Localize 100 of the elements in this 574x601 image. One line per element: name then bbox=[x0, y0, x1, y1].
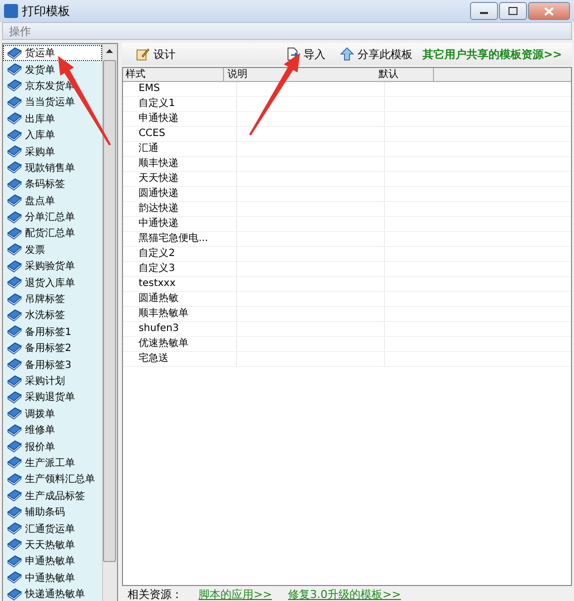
minimize-button[interactable] bbox=[470, 2, 498, 20]
book-icon bbox=[7, 260, 22, 273]
section-header: 操作 bbox=[2, 22, 572, 40]
sidebar-item[interactable]: 盘点单 bbox=[3, 192, 102, 209]
window-title: 打印模板 bbox=[22, 2, 71, 20]
book-icon bbox=[7, 538, 22, 552]
sidebar-item[interactable]: 水洗标签 bbox=[3, 307, 102, 324]
shared-templates-link[interactable]: 其它用户共享的模板资源>> bbox=[422, 46, 562, 62]
footer-link[interactable]: 脚本的应用>> bbox=[198, 586, 272, 601]
book-icon bbox=[7, 226, 22, 240]
book-icon bbox=[7, 489, 22, 502]
table-cell[interactable]: 自定义1 bbox=[122, 97, 236, 111]
table-cell[interactable]: 中通快递 bbox=[122, 217, 236, 231]
book-icon bbox=[7, 571, 22, 584]
sidebar-item[interactable]: 报价单 bbox=[3, 438, 102, 455]
toolbar-button[interactable]: 分享此模板 bbox=[336, 46, 417, 62]
sidebar-item[interactable]: 汇通货运单 bbox=[3, 520, 102, 537]
sidebar-item[interactable]: 辅助条码 bbox=[3, 504, 102, 520]
table-cell[interactable]: 汇通 bbox=[122, 142, 236, 156]
footer-link[interactable]: 修复3.0升级的模板>> bbox=[288, 586, 401, 601]
sidebar-item[interactable]: 发货单 bbox=[3, 61, 102, 78]
sidebar-item[interactable]: 生产领料汇总单 bbox=[3, 471, 102, 488]
book-icon bbox=[7, 424, 22, 437]
table-cell[interactable]: 顺丰热敏单 bbox=[122, 307, 236, 321]
table-cell[interactable]: EMS bbox=[122, 82, 236, 96]
sidebar-item[interactable]: 生产成品标签 bbox=[3, 488, 102, 504]
sidebar-item[interactable]: 备用标签1 bbox=[3, 324, 102, 340]
book-icon bbox=[7, 161, 22, 174]
book-icon bbox=[7, 128, 22, 142]
column-header[interactable]: 样式 bbox=[122, 68, 224, 81]
close-icon bbox=[544, 6, 554, 16]
book-icon bbox=[7, 145, 22, 158]
sidebar-item[interactable]: 备用标签2 bbox=[3, 340, 102, 356]
sidebar-item[interactable]: 配货汇总单 bbox=[3, 225, 102, 242]
book-icon bbox=[7, 194, 22, 208]
table-cell[interactable]: 韵达快递 bbox=[122, 202, 236, 216]
book-icon bbox=[7, 178, 22, 191]
sidebar-item[interactable]: 备用标签3 bbox=[3, 356, 102, 373]
sidebar-item[interactable]: 退货入库单 bbox=[3, 274, 102, 291]
maximize-button[interactable] bbox=[499, 2, 527, 20]
app-icon bbox=[4, 4, 18, 18]
book-icon bbox=[7, 522, 22, 536]
sidebar-item[interactable]: 发票 bbox=[3, 242, 102, 258]
toolbar-button[interactable]: 设计 bbox=[132, 46, 180, 62]
book-icon bbox=[7, 325, 22, 338]
table-cell[interactable]: 自定义2 bbox=[122, 247, 236, 261]
table-cell[interactable]: 顺丰快递 bbox=[122, 157, 236, 171]
sidebar-item[interactable]: 当当货运单 bbox=[3, 94, 102, 111]
pencil-icon bbox=[136, 47, 150, 61]
sidebar-item[interactable]: 生产派工单 bbox=[3, 454, 102, 472]
table-cell[interactable]: 优速热敏单 bbox=[122, 337, 236, 351]
table-cell[interactable]: 黑猫宅急便电... bbox=[122, 232, 236, 246]
sidebar-item[interactable]: 调拨单 bbox=[3, 406, 102, 422]
sidebar-item[interactable]: 快递通热敏单 bbox=[3, 586, 102, 601]
sidebar-item[interactable]: 分单汇总单 bbox=[3, 208, 102, 226]
table-cell[interactable]: 宅急送 bbox=[122, 352, 236, 366]
table-cell[interactable]: 自定义3 bbox=[122, 262, 236, 276]
book-icon bbox=[7, 342, 22, 355]
table-cell[interactable]: 天天快递 bbox=[122, 172, 236, 186]
book-icon bbox=[7, 456, 22, 470]
sidebar-item[interactable]: 采购单 bbox=[3, 143, 102, 160]
book-icon bbox=[7, 79, 22, 92]
sidebar-item[interactable]: 吊牌标签 bbox=[3, 290, 102, 308]
book-icon bbox=[7, 358, 22, 372]
book-icon bbox=[7, 554, 22, 568]
sidebar-item[interactable]: 采购退货单 bbox=[3, 389, 102, 406]
book-icon bbox=[7, 472, 22, 486]
sidebar-item[interactable]: 条码标签 bbox=[3, 176, 102, 193]
table-cell[interactable]: testxxx bbox=[122, 277, 236, 291]
table-cell[interactable]: 圆通快递 bbox=[122, 187, 236, 201]
book-icon bbox=[7, 506, 22, 519]
scrollbar[interactable] bbox=[102, 44, 117, 601]
sidebar-item[interactable]: 现款销售单 bbox=[3, 160, 102, 176]
book-icon bbox=[7, 390, 22, 404]
book-icon bbox=[7, 63, 22, 76]
column-header[interactable]: 默认 bbox=[376, 68, 434, 81]
maximize-icon bbox=[508, 7, 518, 15]
sidebar-item[interactable]: 中通热敏单 bbox=[3, 570, 102, 586]
book-icon bbox=[7, 407, 22, 420]
table-cell[interactable]: 圆通热敏 bbox=[122, 292, 236, 306]
sidebar-item[interactable]: 采购计划 bbox=[3, 372, 102, 390]
book-icon bbox=[7, 96, 22, 109]
book-icon bbox=[7, 210, 22, 224]
sidebar-item[interactable]: 维修单 bbox=[3, 422, 102, 438]
book-icon bbox=[7, 308, 22, 322]
up-arrow-icon bbox=[106, 49, 114, 53]
sidebar-item[interactable]: 入库单 bbox=[3, 126, 102, 144]
book-icon bbox=[7, 440, 22, 454]
book-icon bbox=[7, 112, 22, 126]
footer-label: 相关资源： bbox=[128, 586, 183, 601]
sidebar-item[interactable]: 天天热敏单 bbox=[3, 536, 102, 554]
book-icon bbox=[7, 46, 22, 60]
table-cell[interactable]: shufen3 bbox=[122, 322, 236, 336]
book-icon bbox=[7, 374, 22, 388]
table-cell[interactable]: 申通快递 bbox=[122, 112, 236, 126]
table-cell[interactable]: CCES bbox=[122, 127, 236, 141]
sidebar-item[interactable]: 采购验货单 bbox=[3, 258, 102, 274]
sidebar-item[interactable]: 申通热敏单 bbox=[3, 553, 102, 570]
sidebar-item[interactable]: 出库单 bbox=[3, 110, 102, 127]
sidebar-item[interactable]: 货运单 bbox=[3, 45, 102, 62]
